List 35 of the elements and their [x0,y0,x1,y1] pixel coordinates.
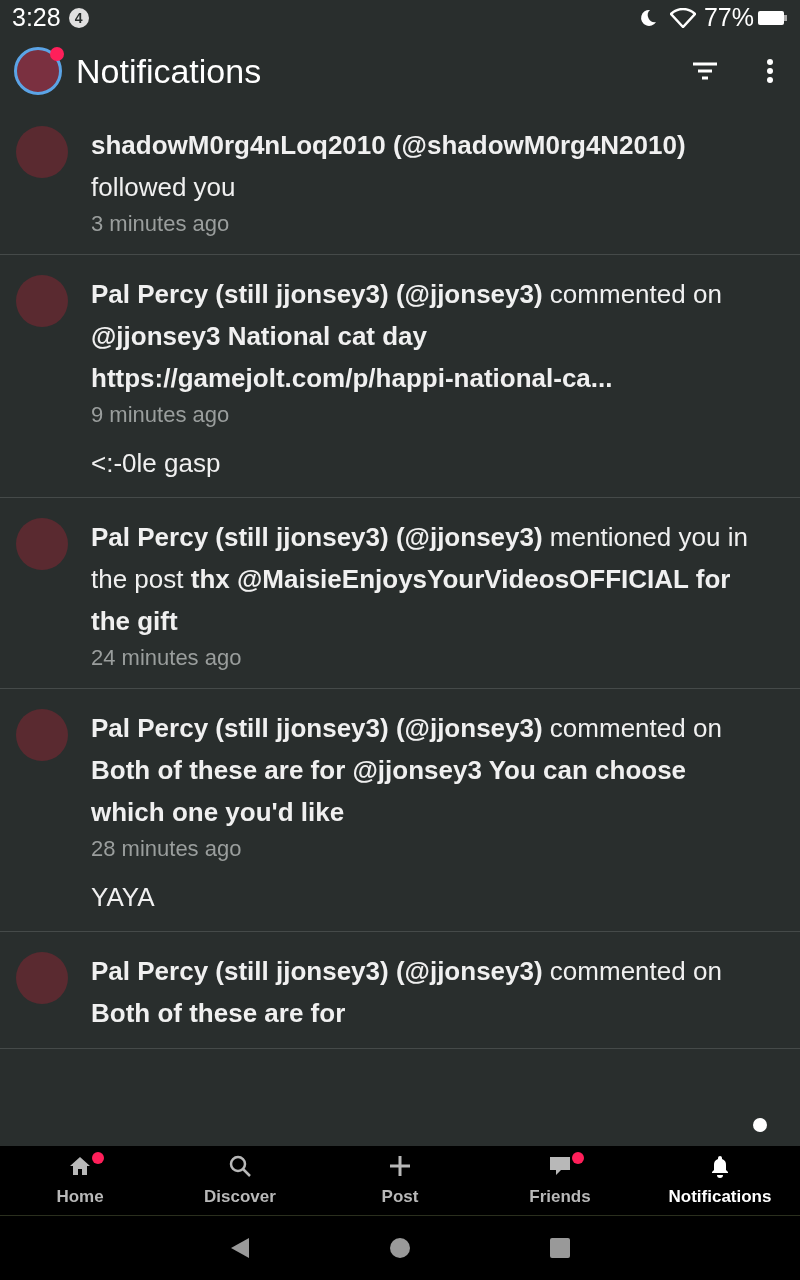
home-circle-icon[interactable] [390,1238,410,1258]
comment-text: YAYA [91,881,156,914]
back-icon[interactable] [230,1237,250,1259]
user-avatar[interactable] [16,709,68,761]
plus-icon [388,1153,412,1178]
nav-tab[interactable]: Discover [160,1146,320,1215]
notification-text[interactable]: Pal Percy (still jjonsey3) (@jjonsey3) commented on Both of these are for @jjonsey3 You can choose which one you'd like [91,707,754,833]
user-avatar[interactable] [16,126,68,178]
nav-tab[interactable]: Notifications [640,1146,800,1215]
recents-icon[interactable] [550,1238,570,1258]
notification-text[interactable]: Pal Percy (still jjonsey3) (@jjonsey3) mentioned you in the post thx @MaisieEnjoysYourVideosOFFICIAL for the gift [91,516,754,642]
battery-percent: 77% [703,2,754,34]
nav-tab[interactable]: Friends [480,1146,640,1215]
comment-text: <:-0le gasp [91,447,222,480]
filter-icon[interactable] [692,61,718,81]
timestamp: 3 minutes ago [91,210,231,238]
user-avatar[interactable] [16,952,68,1004]
notification-text[interactable]: Pal Percy (still jjonsey3) (@jjonsey3) commented on Both of these are for [91,950,754,1034]
search-icon [228,1153,252,1178]
timestamp: 9 minutes ago [91,401,231,429]
notification-text[interactable]: shadowM0rg4nLoq2010 (@shadowM0rg4N2010) followed you [91,124,754,208]
more-icon[interactable] [766,59,774,83]
battery-icon [758,10,788,26]
notification-text[interactable]: Pal Percy (still jjonsey3) (@jjonsey3) commented on @jjonsey3 National cat day https://gamejolt.com/p/happi-national-ca... [91,273,754,399]
status-time: 3:28 [12,2,61,34]
user-avatar[interactable] [16,518,68,570]
notification-count: 4 [68,8,89,28]
nav-tab[interactable]: Post [320,1146,480,1215]
wifi-icon [669,8,696,28]
timestamp: 24 minutes ago [91,644,243,672]
profile-avatar[interactable] [14,47,62,95]
page-title: Notifications [76,50,262,92]
user-avatar[interactable] [16,275,68,327]
nav-tab[interactable]: Home [0,1146,160,1215]
timestamp: 28 minutes ago [91,835,243,863]
